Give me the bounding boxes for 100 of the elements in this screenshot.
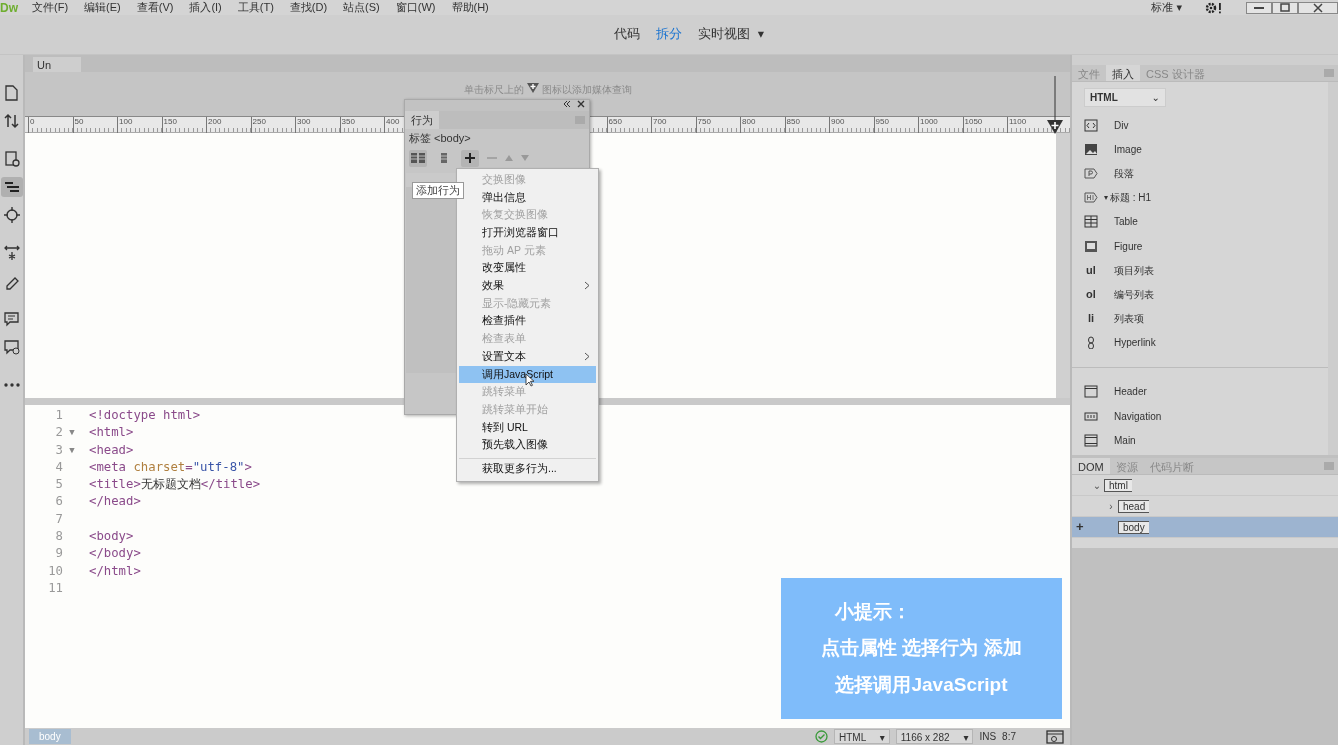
tip-text: 选择调用JavaScript bbox=[834, 672, 1009, 697]
tooltip: 添加行为 bbox=[412, 182, 464, 199]
insert-mode: INS bbox=[979, 730, 997, 744]
div-icon bbox=[1084, 118, 1098, 132]
file-icon[interactable] bbox=[2, 84, 21, 102]
document-search-icon[interactable] bbox=[2, 150, 21, 168]
expand-icon[interactable] bbox=[2, 244, 21, 262]
line-number: 6 bbox=[54, 493, 63, 511]
main-icon bbox=[1084, 433, 1098, 447]
app-logo: Dw bbox=[0, 0, 19, 17]
insert-item[interactable]: 列表项 bbox=[1114, 311, 1144, 327]
add-icon[interactable] bbox=[464, 152, 476, 164]
header-icon bbox=[1084, 385, 1098, 399]
target-icon[interactable] bbox=[2, 206, 21, 224]
line-number: 9 bbox=[54, 545, 63, 563]
insert-item[interactable]: 段落 bbox=[1114, 165, 1134, 181]
comment-icon[interactable] bbox=[2, 310, 21, 328]
view-tab[interactable]: 实时视图 bbox=[697, 25, 750, 44]
tip-text: 点击属性 选择行为 添加 bbox=[820, 636, 1023, 661]
panel-tab[interactable]: DOM bbox=[1072, 458, 1110, 474]
line-number: 4 bbox=[54, 458, 63, 476]
expander-icon[interactable]: › bbox=[1104, 498, 1118, 514]
code-line: <!doctype html> bbox=[89, 407, 201, 424]
insert-item[interactable]: Navigation bbox=[1114, 408, 1162, 424]
dom-tag: html bbox=[1104, 478, 1132, 492]
tag-label: 标签 <body> bbox=[408, 131, 472, 146]
workspace-dropdown[interactable]: 标准 ▾ bbox=[1143, 0, 1190, 16]
panel-tab[interactable]: 行为 bbox=[405, 111, 439, 129]
insert-item[interactable]: 项目列表 bbox=[1114, 262, 1154, 278]
list-view-icon[interactable] bbox=[410, 152, 426, 164]
code-line: </body> bbox=[89, 545, 141, 563]
dom-row[interactable]: + body bbox=[1072, 517, 1338, 538]
paragraph-icon bbox=[1084, 166, 1098, 180]
menu-item[interactable]: 预先载入图像 bbox=[459, 436, 596, 454]
insert-item[interactable]: Image bbox=[1114, 141, 1142, 157]
minimize-icon[interactable] bbox=[1246, 1, 1272, 14]
insert-item[interactable]: Header bbox=[1114, 384, 1147, 400]
close-icon[interactable] bbox=[1298, 1, 1338, 14]
preview-icon[interactable] bbox=[1046, 729, 1064, 744]
code-line: <title>无标题文档</title> bbox=[89, 476, 261, 494]
column-view-icon[interactable] bbox=[440, 152, 448, 164]
dom-tag: head bbox=[1118, 499, 1150, 513]
menu-item[interactable]: 查找(D) bbox=[281, 0, 336, 16]
line-number: 10 bbox=[47, 562, 63, 580]
menu-item[interactable]: 插入(I) bbox=[181, 0, 230, 16]
image-icon bbox=[1084, 142, 1098, 156]
code-line: </head> bbox=[89, 493, 141, 511]
menu-item[interactable]: 调用JavaScript bbox=[459, 365, 596, 384]
insert-item[interactable]: Table bbox=[1114, 214, 1138, 230]
settings-icon[interactable] bbox=[1204, 1, 1222, 14]
caret-icon[interactable]: ▾ bbox=[757, 25, 765, 44]
caret-icon[interactable]: ▾ bbox=[1104, 191, 1108, 204]
menu-item[interactable]: 转到 URL bbox=[459, 418, 596, 437]
document-tab[interactable]: Un bbox=[33, 57, 82, 72]
window-size-dropdown[interactable]: 1166 x 282 ▾ bbox=[895, 729, 974, 744]
code-line: <body> bbox=[89, 528, 134, 546]
insert-item[interactable]: Main bbox=[1114, 432, 1136, 448]
menu-item[interactable]: 设置文本 bbox=[459, 347, 596, 366]
line-number: 5 bbox=[54, 476, 63, 494]
menu-item[interactable]: 编辑(E) bbox=[76, 0, 129, 16]
media-query-marker-icon[interactable] bbox=[1046, 76, 1064, 136]
add-icon[interactable]: + bbox=[1076, 517, 1090, 537]
list-tag-label: ul bbox=[1085, 263, 1097, 277]
menu-item[interactable]: 工具(T) bbox=[229, 0, 282, 16]
doc-type-dropdown[interactable]: HTML ▾ bbox=[834, 729, 890, 744]
expander-icon[interactable]: ⌄ bbox=[1090, 477, 1104, 493]
insert-item[interactable]: Figure bbox=[1114, 238, 1143, 254]
code-line: <head> bbox=[89, 441, 134, 459]
sort-icon[interactable] bbox=[2, 112, 21, 130]
insert-item[interactable]: Hyperlink bbox=[1114, 335, 1156, 351]
menu-item[interactable]: 打开浏览器窗口 bbox=[459, 224, 596, 242]
add-media-query-icon[interactable] bbox=[525, 82, 540, 94]
line-number: 1 bbox=[54, 407, 63, 424]
line-number: 7 bbox=[54, 510, 63, 528]
menu-item[interactable]: 效果 bbox=[459, 277, 596, 295]
list-tag-label: ol bbox=[1085, 287, 1097, 301]
menu-item[interactable]: 文件(F) bbox=[24, 0, 77, 16]
menu-item[interactable]: 改变属性 bbox=[459, 259, 596, 278]
line-number: 11 bbox=[47, 579, 63, 597]
view-tab[interactable]: 代码 bbox=[613, 25, 640, 44]
menu-item[interactable]: 窗口(W) bbox=[387, 0, 444, 16]
panel-tab[interactable]: 插入 bbox=[1106, 65, 1140, 81]
menu-item[interactable]: 帮助(H) bbox=[443, 0, 497, 16]
insert-item[interactable]: Div bbox=[1114, 117, 1129, 133]
insert-item[interactable]: 标题 : H1 bbox=[1110, 190, 1152, 206]
dom-tag: body bbox=[1118, 520, 1149, 534]
menu-item[interactable]: 获取更多行为... bbox=[459, 458, 596, 479]
menu-item[interactable]: 检查插件 bbox=[459, 312, 596, 331]
line-number: 2 bbox=[54, 424, 63, 442]
menu-item[interactable]: 站点(S) bbox=[335, 0, 388, 16]
heading-icon bbox=[1084, 191, 1098, 205]
comment-tag-icon[interactable] bbox=[2, 338, 21, 356]
collapse-icon[interactable] bbox=[563, 100, 571, 108]
check-icon bbox=[815, 730, 828, 743]
category-dropdown[interactable]: HTML ⌄ bbox=[1084, 88, 1166, 107]
table-icon bbox=[1084, 215, 1098, 229]
menu-item[interactable]: 查看(V) bbox=[128, 0, 182, 16]
insert-item[interactable]: 编号列表 bbox=[1114, 286, 1154, 302]
close-icon[interactable] bbox=[577, 100, 585, 108]
maximize-icon[interactable] bbox=[1272, 1, 1298, 14]
